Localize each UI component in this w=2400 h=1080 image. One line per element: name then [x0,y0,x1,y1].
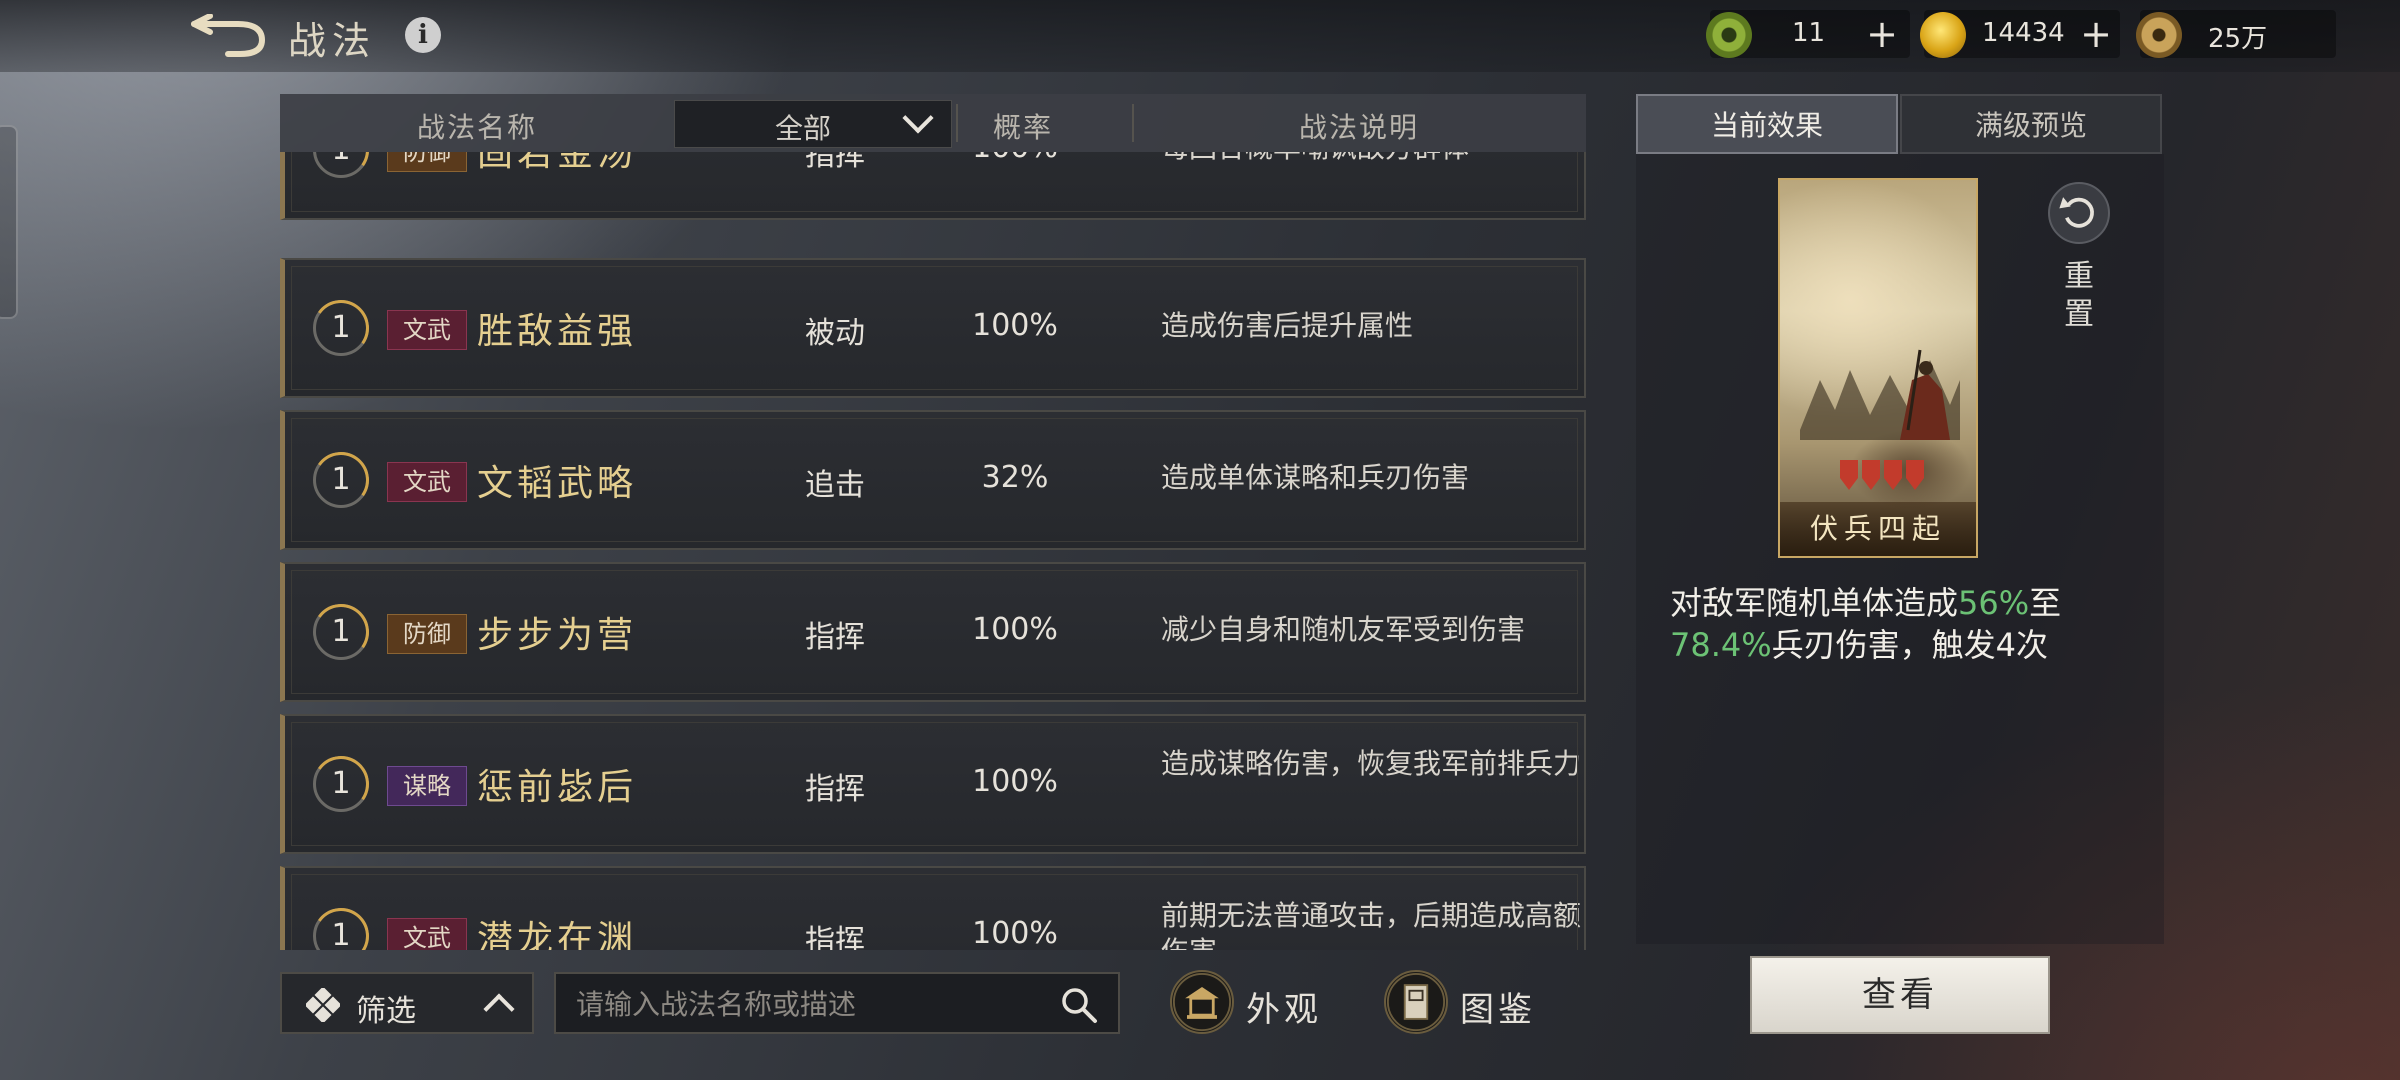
effect-value-max: 78.4% [1670,626,1772,664]
effect-text-3: 兵刃伤害，触发4次 [1771,626,2049,664]
level-badge: 1 [313,300,369,356]
table-row[interactable]: 1 防御 固若金汤 指挥 100% 每回合概率嘲讽敌方群体 [280,152,1586,220]
view-button[interactable]: 查看 [1750,956,2050,1034]
reset-icon [2059,197,2094,228]
gold-coin-icon [1920,12,1966,58]
chevron-up-icon [483,993,515,1025]
tactic-name: 惩前毖后 [477,767,638,808]
tactic-desc: 造成谋略伤害，恢复我军前排兵力 [1161,747,1582,780]
jade-amount: 11 [1792,18,1826,48]
tactic-name: 潜龙在渊 [477,919,638,950]
add-jade-button[interactable]: + [1862,12,1902,56]
copper-coin-icon [2136,12,2182,58]
tactic-desc: 造成单体谋略和兵刃伤害 [1161,461,1470,494]
tactic-rate: 100% [945,152,1085,165]
tactic-name: 胜敌益强 [477,311,638,352]
tactic-desc: 前期无法普通攻击，后期造成高额伤害 [1161,899,1582,950]
resource-copper: 25万 [2136,10,2336,58]
effect-tabs: 当前效果 满级预览 [1636,94,2164,154]
back-arrow-icon[interactable] [188,14,268,58]
tactic-rate: 100% [972,308,1058,343]
category-tag: 文武 [387,918,467,950]
appearance-label: 外观 [1246,990,1322,1030]
tactic-rate: 100% [972,764,1058,799]
category-tag: 文武 [387,462,467,502]
filter-label: 筛选 [356,994,416,1029]
card-artwork [1800,349,1960,440]
pavilion-icon [1170,970,1234,1034]
level-badge: 1 [313,908,369,950]
tactics-list[interactable]: 1 防御 固若金汤 指挥 100% 每回合概率嘲讽敌方群体 1 文武 胜敌益强 … [280,152,1586,950]
category-tag: 文武 [387,310,467,350]
tactic-type: 追击 [805,468,865,503]
effect-value-min: 56% [1958,584,2030,622]
filter-button[interactable]: 筛选 [280,972,534,1034]
reset-button[interactable] [2048,182,2110,244]
appearance-button[interactable]: 外观 [1170,970,1330,1036]
add-gold-button[interactable]: + [2076,12,2116,56]
table-row[interactable]: 1 谋略 惩前毖后 指挥 100% 造成谋略伤害，恢复我军前排兵力 [280,714,1586,854]
level-badge: 1 [313,604,369,660]
level-badge: 1 [313,152,369,178]
tactic-type: 指挥 [805,772,865,807]
category-tag: 防御 [387,152,467,172]
search-box [554,972,1120,1034]
table-header: 战法名称 全部 概率 战法说明 [280,94,1586,154]
resource-gold: 14434 + [1920,10,2120,58]
col-header-desc: 战法说明 [1298,111,1419,144]
copper-amount: 25万 [2208,24,2268,54]
filter-diamond-icon [306,988,340,1022]
tactic-type: 指挥 [805,152,865,173]
tactic-desc: 每回合概率嘲讽敌方群体 [1161,152,1581,166]
tactic-card[interactable]: 伏兵四起 [1778,178,1978,558]
card-name: 伏兵四起 [1780,502,1976,556]
tactic-rate: 100% [972,916,1058,950]
star-rank-icon [1840,460,1924,490]
tactic-name: 固若金汤 [477,152,638,174]
effect-text-1: 对敌军随机单体造成 [1670,584,1959,622]
tactic-desc: 减少自身和随机友军受到伤害 [1161,613,1526,646]
codex-book-icon [1384,970,1448,1034]
level-badge: 1 [313,452,369,508]
tab-current-effect[interactable]: 当前效果 [1636,94,1898,154]
page-title: 战法 [288,19,377,63]
tactic-type: 指挥 [805,620,865,655]
tactic-desc: 造成伤害后提升属性 [1161,309,1414,342]
jade-coin-icon [1706,12,1752,58]
reset-label: 重置 [2064,259,2094,332]
tactic-name: 步步为营 [477,615,638,656]
codex-label: 图鉴 [1460,990,1536,1030]
effect-text-2: 至 [2029,584,2062,622]
col-header-name: 战法名称 [416,111,537,144]
type-filter-dropdown[interactable]: 全部 [674,100,952,148]
info-icon[interactable]: i [405,17,441,53]
codex-button[interactable]: 图鉴 [1384,970,1544,1036]
resource-jade: 11 + [1706,10,1910,58]
tactic-rate: 100% [972,612,1058,647]
table-row[interactable]: 1 文武 胜敌益强 被动 100% 造成伤害后提升属性 [280,258,1586,398]
search-icon[interactable] [1060,986,1098,1024]
tactic-rate: 32% [981,460,1049,495]
table-row[interactable]: 1 文武 文韬武略 追击 32% 造成单体谋略和兵刃伤害 [280,410,1586,550]
table-row[interactable]: 1 防御 步步为营 指挥 100% 减少自身和随机友军受到伤害 [280,562,1586,702]
gold-amount: 14434 [1982,18,2065,48]
side-drawer-tab[interactable] [0,125,18,319]
search-input[interactable] [574,982,1038,1026]
effect-description: 对敌军随机单体造成56%至 78.4%兵刃伤害，触发4次 [1670,582,2130,666]
tactic-type: 指挥 [805,924,865,950]
col-header-rate: 概率 [992,111,1053,144]
tactic-name: 文韬武略 [477,463,638,504]
category-tag: 防御 [387,614,467,654]
tab-max-level-preview[interactable]: 满级预览 [1900,94,2162,154]
category-tag: 谋略 [387,766,467,806]
tactic-type: 被动 [805,316,865,351]
table-row[interactable]: 1 文武 潜龙在渊 指挥 100% 前期无法普通攻击，后期造成高额伤害 [280,866,1586,950]
type-filter-value: 全部 [774,112,831,145]
level-badge: 1 [313,756,369,812]
